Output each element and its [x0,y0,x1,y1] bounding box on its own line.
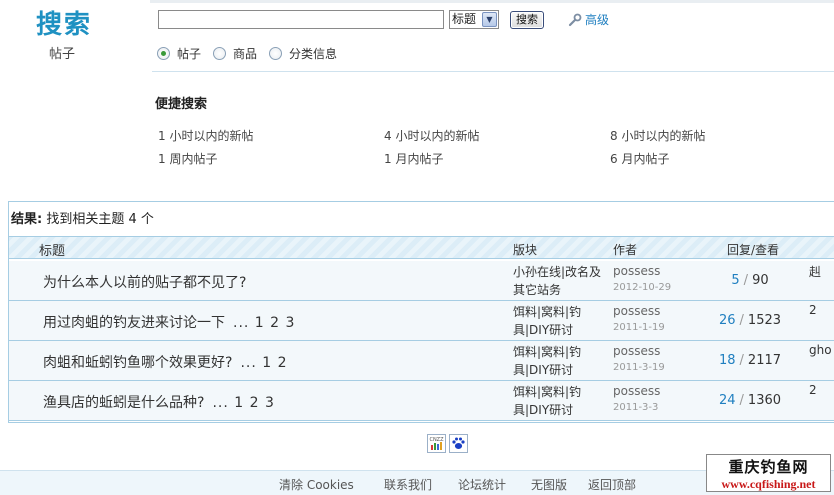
stats-badges: CNZZ [427,434,468,453]
thread-link[interactable]: 为什么本人以前的贴子都不见了? [43,272,254,292]
page-links[interactable]: ... 1 2 [240,355,287,371]
footer-contact[interactable]: 联系我们 [384,476,432,493]
advanced-search-label: 高级 [585,13,610,27]
quick-search-title: 便捷搜索 [155,97,208,112]
quick-link-1w[interactable]: 1 周内帖子 [158,150,217,167]
search-field-select[interactable]: 标题 ▼ [449,10,499,29]
radio-goods[interactable] [213,47,227,60]
col-forum: 版块 [513,243,538,257]
quick-link-8h[interactable]: 8 小时以内的新帖 [610,127,705,144]
forum-link[interactable]: 饵料|窝料|钓具|DIY研讨 [513,383,605,419]
baidu-badge[interactable] [449,434,468,453]
post-date: 2012-10-29 [613,282,672,293]
table-row: 用过肉蛆的钓友进来讨论一下... 1 2 3 饵料|窝料|钓具|DIY研讨 po… [9,301,834,341]
quick-link-1m[interactable]: 1 月内帖子 [384,150,443,167]
author-link[interactable]: possess [613,344,660,358]
last-post[interactable]: gho [809,343,832,357]
forum-link[interactable]: 小孙在线|改名及其它站务 [513,263,605,299]
page-logo: 搜索 [36,10,93,40]
table-header: 标题 版块 作者 回复/查看 [9,236,834,259]
reply-view-count: 5/90 [731,273,769,288]
last-post[interactable]: 2 [809,383,817,397]
thread-link[interactable]: 渔具店的蚯蚓是什么品种?... 1 2 3 [43,392,275,412]
search-button[interactable]: 搜索 [510,11,544,29]
table-row: 肉蛆和蚯蚓钓鱼哪个效果更好?... 1 2 饵料|窝料|钓具|DIY研讨 pos… [9,341,834,381]
post-date: 2011-3-19 [613,362,665,373]
col-title: 标题 [39,244,66,259]
cnzz-badge[interactable]: CNZZ [427,434,446,453]
last-post[interactable]: 赳 [809,263,821,280]
page-links[interactable]: ... 1 2 3 [212,395,274,411]
table-row: 渔具店的蚯蚓是什么品种?... 1 2 3 饵料|窝料|钓具|DIY研讨 pos… [9,381,834,421]
results-label: 结果: [11,212,43,227]
baidu-paw-icon [452,437,465,449]
chevron-down-icon: ▼ [482,12,497,27]
radio-classified[interactable] [269,47,283,60]
search-type-goods[interactable]: 商品 [213,45,257,62]
search-type-group: 帖子 商品 分类信息 [157,45,337,62]
search-field-selected: 标题 [452,12,477,26]
watermark-url: www.cqfishing.net [721,477,816,491]
search-type-label: 分类信息 [289,47,338,61]
top-border [150,0,834,3]
page-links[interactable]: ... 1 2 3 [233,315,295,331]
reply-view-count: 26/1523 [718,313,782,328]
author-link[interactable]: possess [613,384,660,398]
quick-link-4h[interactable]: 4 小时以内的新帖 [384,127,479,144]
reply-view-count: 24/1360 [718,393,782,408]
author-link[interactable]: possess [613,264,660,278]
author-link[interactable]: possess [613,304,660,318]
post-date: 2011-3-3 [613,402,659,413]
quick-link-1h[interactable]: 1 小时以内的新帖 [158,127,253,144]
site-watermark: 重庆钓鱼网 www.cqfishing.net [706,454,831,492]
search-type-label: 商品 [233,47,258,61]
col-stats: 回复/查看 [727,243,780,257]
reply-view-count: 18/2117 [718,353,782,368]
radio-posts[interactable] [157,47,170,60]
col-author: 作者 [613,243,638,257]
thread-link[interactable]: 用过肉蛆的钓友进来讨论一下... 1 2 3 [43,312,295,332]
search-type-label: 帖子 [177,47,202,61]
post-date: 2011-1-19 [613,322,665,333]
watermark-name: 重庆钓鱼网 [728,458,809,476]
forum-link[interactable]: 饵料|窝料|钓具|DIY研讨 [513,303,605,339]
quick-link-6m[interactable]: 6 月内帖子 [610,150,669,167]
results-panel: 结果: 找到相关主题 4 个 标题 版块 作者 回复/查看 为什么本人以前的贴子… [8,201,834,423]
results-summary: 结果: 找到相关主题 4 个 [11,208,154,227]
divider [152,71,834,72]
search-type-posts[interactable]: 帖子 [157,45,201,62]
forum-link[interactable]: 饵料|窝料|钓具|DIY研讨 [513,343,605,379]
footer-back-top[interactable]: 返回顶部 [588,476,636,493]
table-row: 为什么本人以前的贴子都不见了? 小孙在线|改名及其它站务 possess 201… [9,261,834,301]
search-input[interactable] [158,10,444,29]
wrench-icon [568,13,582,26]
footer-no-image[interactable]: 无图版 [531,476,567,493]
search-type-classified[interactable]: 分类信息 [269,45,337,62]
section-label: 帖子 [49,47,76,62]
advanced-search-link[interactable]: 高级 [568,11,609,28]
last-post[interactable]: 2 [809,303,817,317]
cnzz-icon: CNZZ [429,437,444,450]
thread-link[interactable]: 肉蛆和蚯蚓钓鱼哪个效果更好?... 1 2 [43,352,288,372]
footer-clear-cookies[interactable]: 清除 Cookies [279,476,354,493]
results-count: 找到相关主题 4 个 [46,212,154,227]
footer-stats[interactable]: 论坛统计 [458,476,506,493]
